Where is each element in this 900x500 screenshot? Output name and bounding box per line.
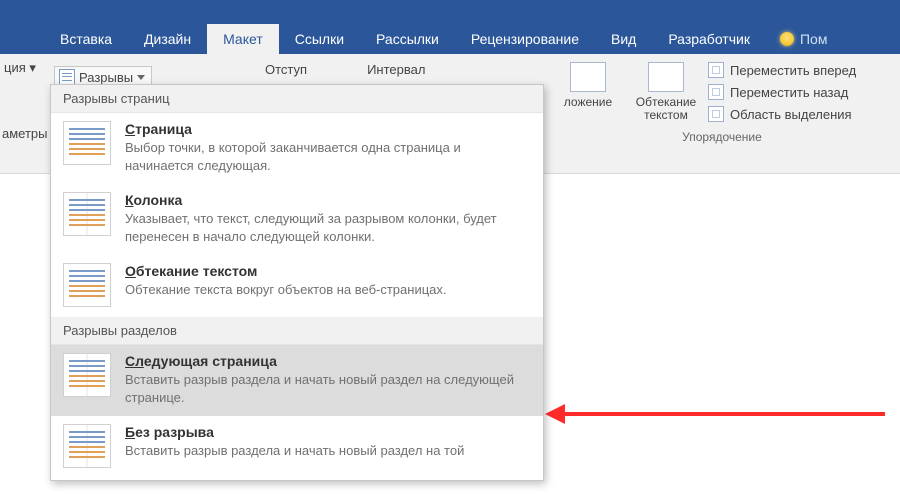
breaks-label: Разрывы [79, 70, 133, 85]
wrap-text-label: Обтекание текстом [636, 96, 696, 122]
section-breaks-header: Разрывы разделов [51, 317, 543, 345]
title-bar [0, 0, 900, 24]
orientation-chunk[interactable]: ция ▾ [0, 54, 40, 76]
next-page-break-icon [63, 353, 111, 397]
break-next-page-desc: Вставить разрыв раздела и начать новый р… [125, 371, 531, 406]
break-page-item[interactable]: Страница Выбор точки, в которой заканчив… [51, 113, 543, 184]
break-textwrap-item[interactable]: Обтекание текстом Обтекание текста вокру… [51, 255, 543, 317]
bring-forward-button[interactable]: Переместить вперед [708, 60, 892, 80]
annotation-arrow [555, 412, 885, 416]
send-backward-label: Переместить назад [730, 85, 848, 100]
selection-pane-icon [708, 106, 724, 122]
selection-pane-button[interactable]: Область выделения [708, 104, 892, 124]
tab-view[interactable]: Вид [595, 24, 652, 54]
wrap-text-icon [648, 62, 684, 92]
page-breaks-header: Разрывы страниц [51, 85, 543, 113]
breaks-icon [59, 69, 75, 85]
position-icon [570, 62, 606, 92]
continuous-break-icon [63, 424, 111, 468]
tab-developer[interactable]: Разработчик [652, 24, 766, 54]
breaks-dropdown: Разрывы страниц Страница Выбор точки, в … [50, 84, 544, 481]
ribbon-tabs: Вставка Дизайн Макет Ссылки Рассылки Рец… [0, 24, 900, 54]
tab-mailings[interactable]: Рассылки [360, 24, 455, 54]
tab-design[interactable]: Дизайн [128, 24, 207, 54]
break-column-item[interactable]: Колонка Указывает, что текст, следующий … [51, 184, 543, 255]
textwrap-break-icon [63, 263, 111, 307]
break-column-desc: Указывает, что текст, следующий за разры… [125, 210, 531, 245]
tab-review[interactable]: Рецензирование [455, 24, 595, 54]
break-continuous-title: Без разрыва [125, 424, 531, 440]
wrap-text-button[interactable]: Обтекание текстом [630, 58, 702, 122]
spacing-group-label: Интервал [367, 62, 425, 77]
break-next-page-title: Следующая страница [125, 353, 531, 369]
position-label: ложение [564, 96, 612, 109]
send-backward-button[interactable]: Переместить назад [708, 82, 892, 102]
lightbulb-icon [780, 32, 794, 46]
arrange-group: ложение Обтекание текстом Переместить вп… [552, 58, 892, 144]
tab-insert[interactable]: Вставка [44, 24, 128, 54]
tell-me-label: Пом [800, 31, 827, 47]
page-setup-caption: аметры [2, 126, 48, 141]
arrange-group-caption: Упорядочение [552, 130, 892, 144]
column-break-icon [63, 192, 111, 236]
break-continuous-desc: Вставить разрыв раздела и начать новый р… [125, 442, 531, 460]
send-backward-icon [708, 84, 724, 100]
break-page-title: Страница [125, 121, 531, 137]
page-break-icon [63, 121, 111, 165]
position-button[interactable]: ложение [552, 58, 624, 109]
break-next-page-item[interactable]: Следующая страница Вставить разрыв разде… [51, 345, 543, 416]
chevron-down-icon [137, 75, 145, 80]
break-page-desc: Выбор точки, в которой заканчивается одн… [125, 139, 531, 174]
indent-group-label: Отступ [265, 62, 307, 77]
selection-pane-label: Область выделения [730, 107, 852, 122]
break-textwrap-title: Обтекание текстом [125, 263, 531, 279]
bring-forward-icon [708, 62, 724, 78]
tab-layout[interactable]: Макет [207, 24, 279, 54]
break-textwrap-desc: Обтекание текста вокруг объектов на веб-… [125, 281, 531, 299]
break-continuous-item[interactable]: Без разрыва Вставить разрыв раздела и на… [51, 416, 543, 478]
tell-me-search[interactable]: Пом [766, 24, 827, 54]
bring-forward-label: Переместить вперед [730, 63, 856, 78]
break-column-title: Колонка [125, 192, 531, 208]
annotation-arrow-head [545, 404, 565, 424]
tab-references[interactable]: Ссылки [279, 24, 360, 54]
